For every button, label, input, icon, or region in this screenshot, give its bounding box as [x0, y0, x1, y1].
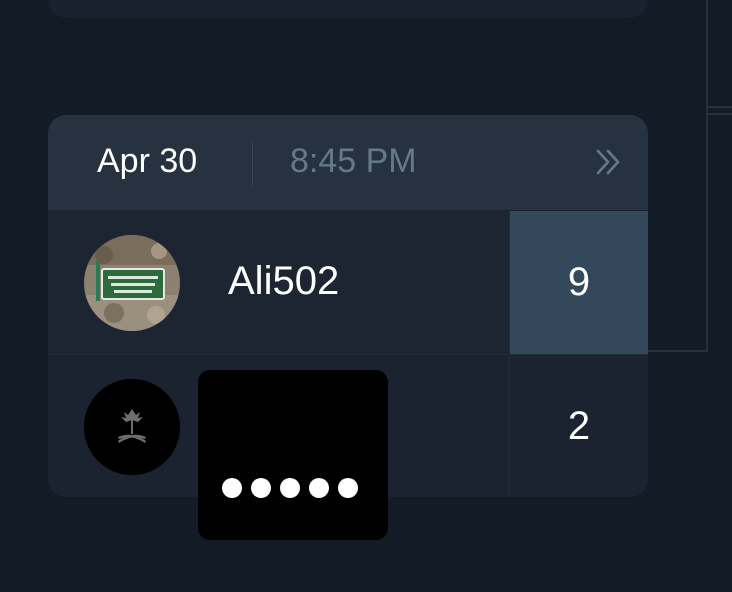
- match-header: Apr 30 8:45 PM: [48, 115, 648, 210]
- player-name: Ali502: [228, 259, 340, 303]
- player-row-winner[interactable]: Ali502 9: [48, 211, 648, 354]
- player-avatar: [84, 379, 180, 475]
- bracket-line: [708, 113, 732, 115]
- mask-dot: [222, 478, 242, 498]
- mask-dot: [338, 478, 358, 498]
- previous-match-card[interactable]: [48, 0, 648, 18]
- match-time: 8:45 PM: [290, 142, 417, 180]
- masked-dots: [222, 478, 358, 498]
- score-column-divider: [509, 211, 510, 497]
- player-score: 2: [567, 404, 591, 448]
- player-score: 9: [510, 211, 648, 354]
- mask-dot: [309, 478, 329, 498]
- match-date: Apr 30: [97, 142, 198, 180]
- bracket-line: [706, 0, 708, 352]
- header-divider: [252, 141, 253, 187]
- double-chevron-right-icon[interactable]: [594, 145, 624, 179]
- bracket-line: [648, 350, 708, 352]
- player-avatar: [84, 235, 180, 331]
- mask-dot: [251, 478, 271, 498]
- bracket-line: [708, 106, 732, 108]
- mask-dot: [280, 478, 300, 498]
- hidden-player-name: [198, 370, 388, 540]
